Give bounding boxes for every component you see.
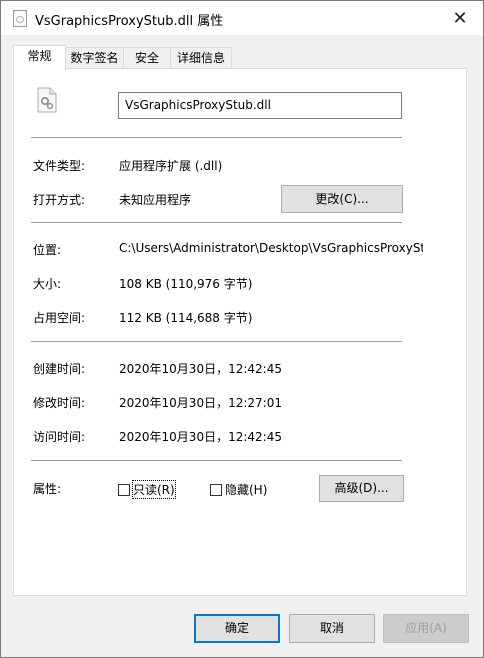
general-panel: VsGraphicsProxyStub.dll 文件类型: 应用程序扩展 (.d… xyxy=(13,68,467,596)
location-value: C:\Users\Administrator\Desktop\VsGraphic… xyxy=(119,241,423,255)
dll-file-icon xyxy=(37,87,57,113)
size-on-disk-value: 112 KB (114,688 字节) xyxy=(119,311,253,325)
created-label: 创建时间: xyxy=(33,362,86,376)
location-label: 位置: xyxy=(33,243,62,257)
accessed-value: 2020年10月30日，12:42:45 xyxy=(119,430,282,444)
hidden-label: 隐藏(H) xyxy=(225,483,268,497)
file-name-field[interactable]: VsGraphicsProxyStub.dll xyxy=(118,92,402,119)
size-value: 108 KB (110,976 字节) xyxy=(119,277,253,291)
tab-general[interactable]: 常规 xyxy=(13,45,66,70)
apply-button[interactable]: 应用(A) xyxy=(383,614,469,643)
change-button[interactable]: 更改(C)... xyxy=(281,185,403,213)
modified-label: 修改时间: xyxy=(33,396,86,410)
readonly-label: 只读(R) xyxy=(132,480,176,499)
size-label: 大小: xyxy=(33,277,62,291)
separator xyxy=(31,137,402,138)
ok-button[interactable]: 确定 xyxy=(194,614,280,643)
properties-dialog: VsGraphicsProxyStub.dll 属性 ✕ 常规 数字签名 安全 … xyxy=(0,0,484,658)
separator xyxy=(31,460,402,461)
advanced-button[interactable]: 高级(D)... xyxy=(319,475,404,502)
modified-value: 2020年10月30日，12:27:01 xyxy=(119,396,282,410)
tab-security[interactable]: 安全 xyxy=(123,47,171,68)
open-with-label: 打开方式: xyxy=(33,193,86,207)
hidden-checkbox[interactable]: 隐藏(H) xyxy=(210,481,267,498)
open-with-value: 未知应用程序 xyxy=(119,193,192,207)
window-title: VsGraphicsProxyStub.dll 属性 xyxy=(35,14,224,29)
cancel-button[interactable]: 取消 xyxy=(289,614,375,643)
file-type-label: 文件类型: xyxy=(33,159,86,173)
size-on-disk-label: 占用空间: xyxy=(33,311,86,325)
tab-details[interactable]: 详细信息 xyxy=(170,47,232,68)
close-icon: ✕ xyxy=(452,7,468,29)
file-icon xyxy=(13,10,27,27)
separator xyxy=(31,222,402,223)
separator xyxy=(31,341,402,342)
accessed-label: 访问时间: xyxy=(33,430,86,444)
checkbox-box[interactable] xyxy=(118,483,130,496)
readonly-checkbox[interactable]: 只读(R) xyxy=(118,480,176,499)
created-value: 2020年10月30日，12:42:45 xyxy=(119,362,282,376)
file-type-value: 应用程序扩展 (.dll) xyxy=(119,159,223,173)
checkbox-box[interactable] xyxy=(210,483,222,496)
close-button[interactable]: ✕ xyxy=(437,1,483,35)
attributes-label: 属性: xyxy=(33,482,62,496)
title-bar[interactable]: VsGraphicsProxyStub.dll 属性 ✕ xyxy=(1,1,483,35)
tab-digital-signatures[interactable]: 数字签名 xyxy=(65,47,124,68)
